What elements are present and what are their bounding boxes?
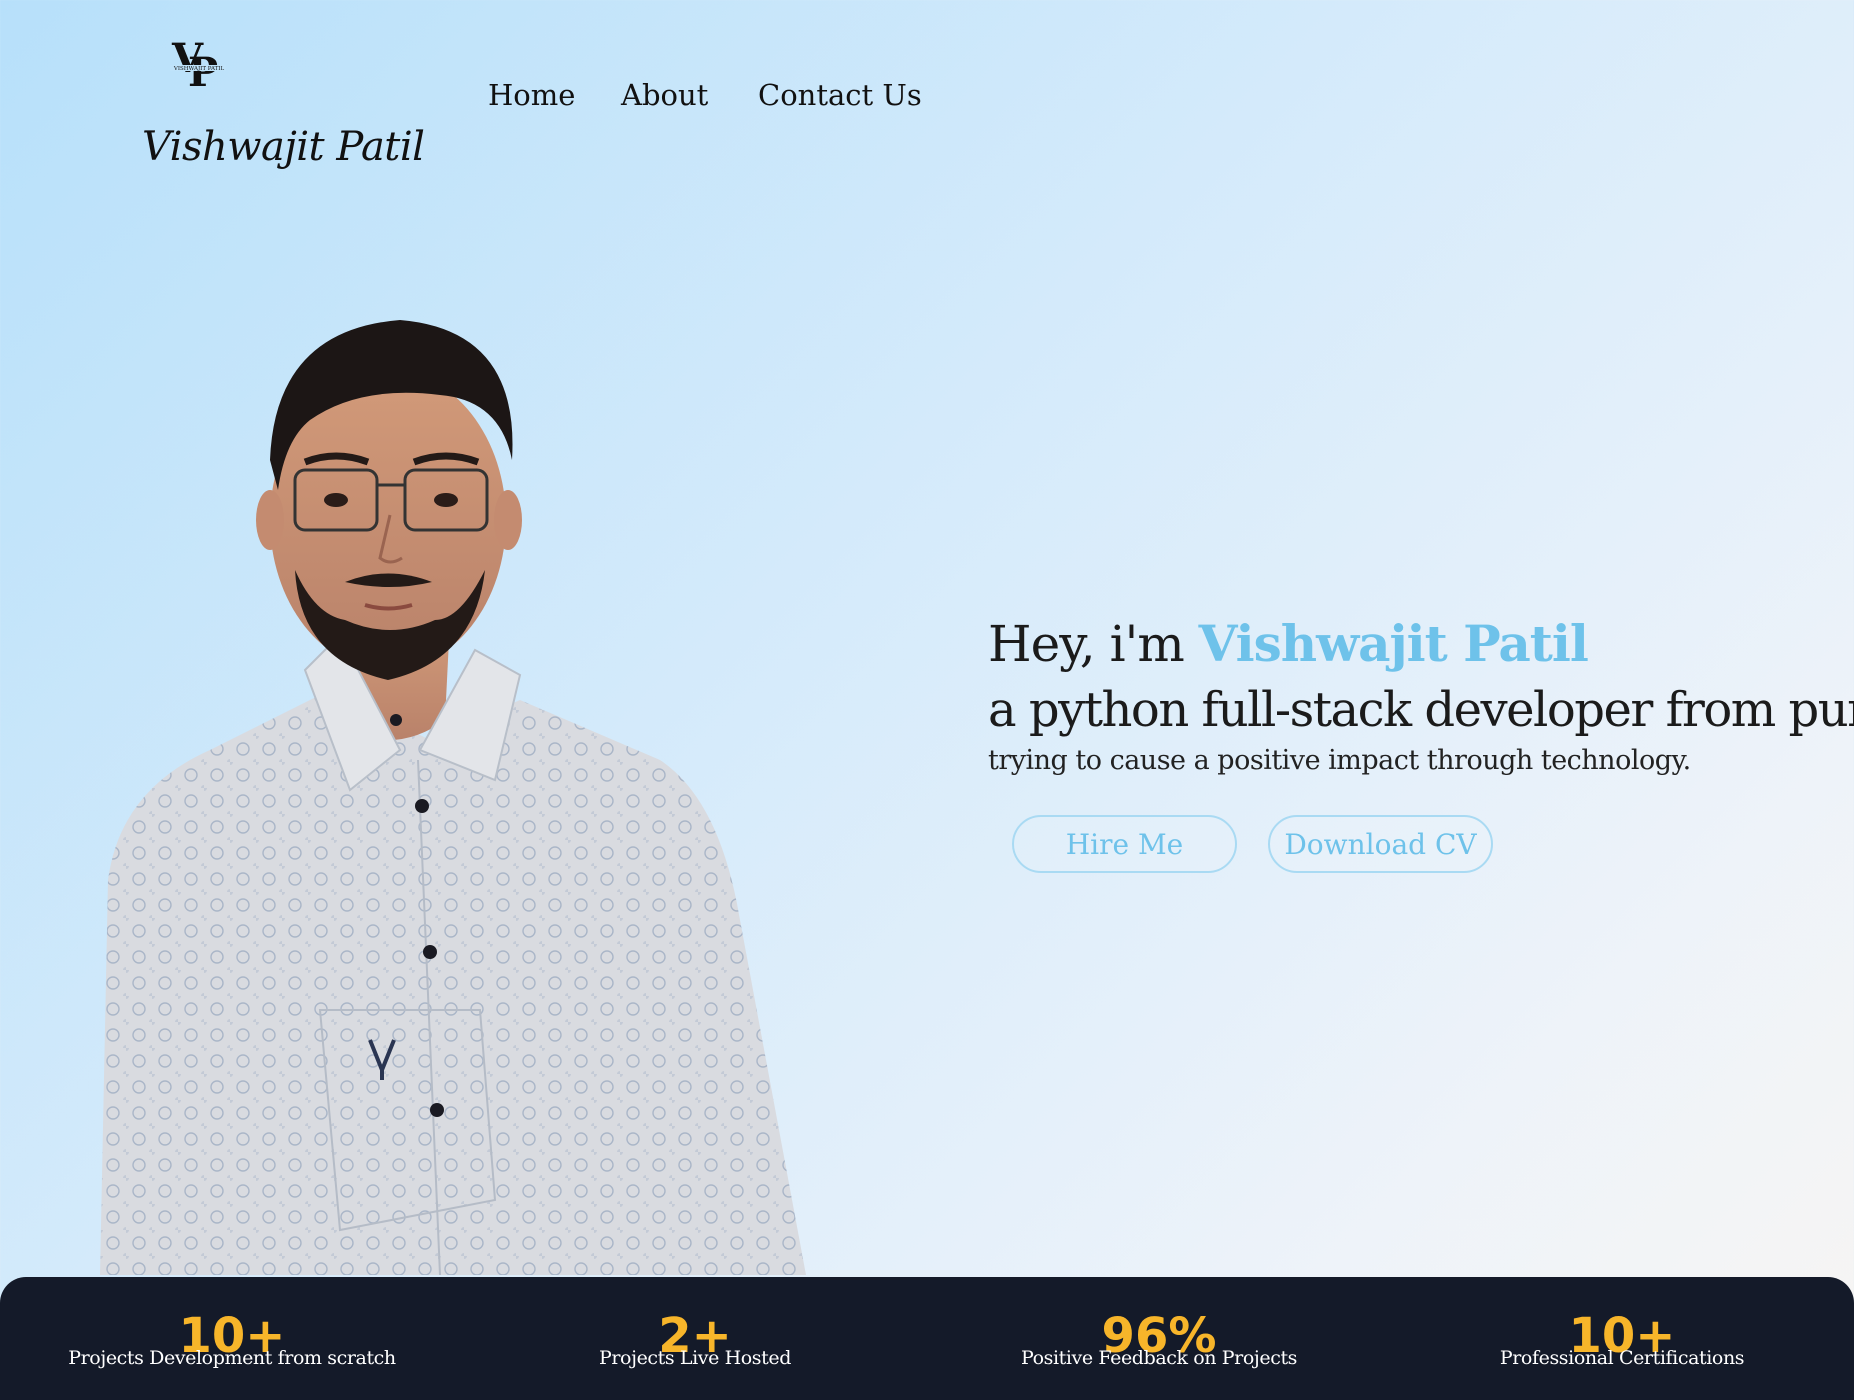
stat-label: Projects Live Hosted bbox=[598, 1347, 792, 1369]
stat-label: Positive Feedback on Projects bbox=[1020, 1347, 1298, 1369]
stat-positive-feedback: 96% Positive Feedback on Projects bbox=[1021, 1277, 1297, 1400]
stats-bar: 10+ Projects Development from scratch 2+… bbox=[0, 1277, 1854, 1400]
hero-greeting-line: Hey, i'm Vishwajit Patil bbox=[988, 612, 1808, 676]
svg-text:P: P bbox=[188, 49, 218, 96]
stat-projects-hosted: 2+ Projects Live Hosted bbox=[599, 1277, 791, 1400]
stat-label: Professional Certifications bbox=[1499, 1347, 1745, 1369]
stat-label: Projects Development from scratch bbox=[68, 1347, 396, 1369]
download-cv-button[interactable]: Download CV bbox=[1268, 815, 1493, 873]
hero-headline: a python full-stack developer from pune bbox=[988, 682, 1854, 738]
nav-home-link[interactable]: Home bbox=[488, 78, 575, 112]
svg-text:VISHWAJIT PATIL: VISHWAJIT PATIL bbox=[173, 66, 225, 72]
hero-name: Vishwajit Patil bbox=[1198, 614, 1589, 673]
hire-me-button[interactable]: Hire Me bbox=[1012, 815, 1237, 873]
hero-tagline: trying to cause a positive impact throug… bbox=[988, 745, 1691, 776]
nav-about-link[interactable]: About bbox=[621, 78, 708, 112]
hero-greeting: Hey, i'm bbox=[988, 615, 1185, 673]
stat-certifications: 10+ Professional Certifications bbox=[1499, 1277, 1745, 1400]
vp-monogram-logo[interactable]: V P VISHWAJIT PATIL bbox=[166, 32, 232, 98]
nav-contact-link[interactable]: Contact Us bbox=[758, 78, 922, 112]
hero-text-block: Hey, i'm Vishwajit Patil a python full-s… bbox=[988, 612, 1854, 778]
brand-name: Vishwajit Patil bbox=[142, 124, 425, 170]
stat-projects-developed: 10+ Projects Development from scratch bbox=[68, 1277, 396, 1400]
portrait-photo bbox=[100, 320, 806, 1276]
